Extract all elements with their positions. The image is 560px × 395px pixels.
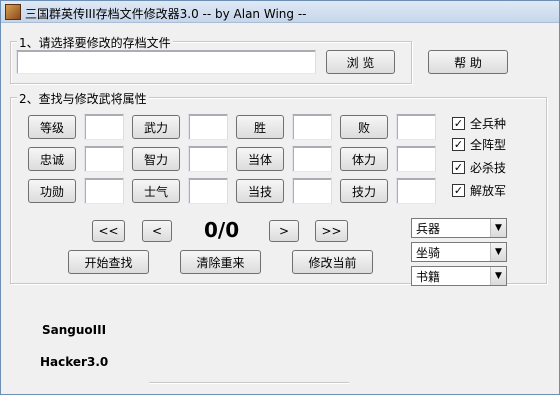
- search-group-legend: 2、查找与修改武将属性: [17, 90, 149, 107]
- field-input-losses[interactable]: [396, 114, 436, 140]
- field-label-current-hp[interactable]: 当体: [236, 147, 284, 171]
- field-input-skill-power[interactable]: [396, 178, 436, 204]
- field-label-skill-power[interactable]: 技力: [340, 179, 388, 203]
- footer-separator: [149, 382, 349, 383]
- field-input-current-hp[interactable]: [292, 146, 332, 172]
- checkbox-label: 全兵种: [470, 117, 507, 131]
- chevron-down-icon: ▼: [490, 219, 506, 237]
- file-path-input[interactable]: [16, 50, 316, 74]
- field-input-merit[interactable]: [84, 178, 124, 204]
- weapon-select[interactable]: 兵器 ▼: [411, 218, 507, 238]
- field-label-level[interactable]: 等级: [28, 115, 76, 139]
- reset-button[interactable]: 清除重来: [180, 250, 261, 274]
- footer-line-1: SanguoIII: [42, 323, 107, 337]
- browse-button[interactable]: 浏 览: [326, 50, 395, 74]
- app-icon: [5, 4, 21, 20]
- field-label-hp[interactable]: 体力: [340, 147, 388, 171]
- mount-select-value: 坐骑: [416, 245, 441, 260]
- field-input-intelligence[interactable]: [188, 146, 228, 172]
- field-input-morale[interactable]: [188, 178, 228, 204]
- field-input-strength[interactable]: [188, 114, 228, 140]
- book-select[interactable]: 书籍 ▼: [411, 266, 507, 286]
- main-window: 三国群英传III存档文件修改器3.0 -- by Alan Wing -- 1、…: [0, 0, 560, 395]
- field-input-level[interactable]: [84, 114, 124, 140]
- field-label-loyalty[interactable]: 忠诚: [28, 147, 76, 171]
- window-title: 三国群英传III存档文件修改器3.0 -- by Alan Wing --: [25, 7, 307, 21]
- check-icon: ✓: [452, 184, 465, 197]
- field-input-loyalty[interactable]: [84, 146, 124, 172]
- checkbox-special-skills[interactable]: ✓ 必杀技: [452, 159, 506, 176]
- check-icon: ✓: [452, 161, 465, 174]
- help-button[interactable]: 帮 助: [428, 50, 508, 74]
- title-bar: 三国群英传III存档文件修改器3.0 -- by Alan Wing --: [1, 1, 559, 23]
- field-input-hp[interactable]: [396, 146, 436, 172]
- nav-last-button[interactable]: >>: [315, 220, 348, 242]
- nav-first-button[interactable]: <<: [92, 220, 125, 242]
- weapon-select-value: 兵器: [416, 221, 441, 236]
- field-input-current-skill[interactable]: [292, 178, 332, 204]
- checkbox-label: 解放军: [470, 184, 507, 198]
- chevron-down-icon: ▼: [490, 267, 506, 285]
- field-label-losses[interactable]: 败: [340, 115, 388, 139]
- checkbox-liberation-army[interactable]: ✓ 解放军: [452, 182, 506, 199]
- modify-current-button[interactable]: 修改当前: [292, 250, 373, 274]
- checkbox-all-formations[interactable]: ✓ 全阵型: [452, 136, 506, 153]
- checkbox-label: 全阵型: [470, 138, 507, 152]
- field-input-wins[interactable]: [292, 114, 332, 140]
- field-label-current-skill[interactable]: 当技: [236, 179, 284, 203]
- checkbox-all-troops[interactable]: ✓ 全兵种: [452, 115, 506, 132]
- field-label-wins[interactable]: 胜: [236, 115, 284, 139]
- start-search-button[interactable]: 开始查找: [68, 250, 149, 274]
- file-group-legend: 1、请选择要修改的存档文件: [17, 34, 173, 51]
- footer-line-2: Hacker3.0: [40, 355, 109, 369]
- mount-select[interactable]: 坐骑 ▼: [411, 242, 507, 262]
- nav-next-button[interactable]: >: [269, 220, 299, 242]
- field-label-merit[interactable]: 功勋: [28, 179, 76, 203]
- field-label-strength[interactable]: 武力: [132, 115, 180, 139]
- chevron-down-icon: ▼: [490, 243, 506, 261]
- book-select-value: 书籍: [416, 269, 441, 284]
- checkbox-label: 必杀技: [470, 161, 507, 175]
- nav-prev-button[interactable]: <: [142, 220, 172, 242]
- check-icon: ✓: [452, 138, 465, 151]
- field-label-intelligence[interactable]: 智力: [132, 147, 180, 171]
- record-counter: 0/0: [204, 218, 240, 242]
- field-label-morale[interactable]: 士气: [132, 179, 180, 203]
- check-icon: ✓: [452, 117, 465, 130]
